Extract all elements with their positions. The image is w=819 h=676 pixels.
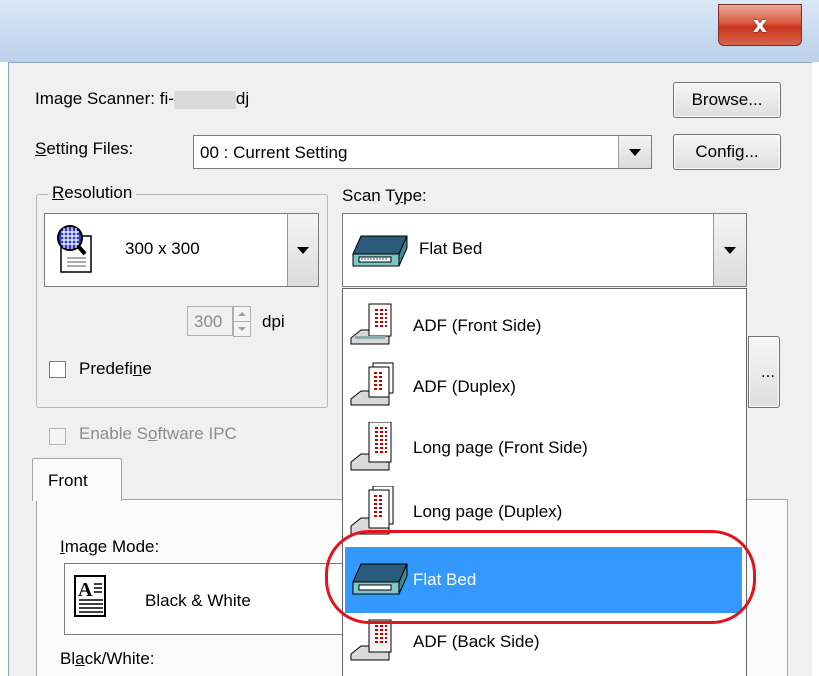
close-icon: x (752, 12, 768, 38)
text-page-icon: A (73, 574, 109, 623)
predefine-checkbox[interactable] (49, 361, 66, 378)
redacted-model (173, 90, 236, 109)
flatbed-scanner-icon (349, 224, 409, 279)
highlight-ring (325, 530, 756, 624)
setting-files-value: 00 : Current Setting (200, 143, 348, 162)
resolution-label: Resolution (48, 183, 137, 203)
setting-files-label: Setting Files: (35, 139, 134, 158)
image-mode-value: Black & White (145, 591, 251, 610)
long-page-front-icon (349, 421, 409, 474)
image-scanner-label: Image Scanner: fi-dj (35, 89, 250, 109)
magnifier-page-icon (53, 222, 97, 274)
predefine-label: Predefine (79, 359, 152, 378)
dpi-unit-label: dpi (262, 312, 285, 331)
browse-button[interactable]: Browse... (673, 82, 781, 118)
scan-type-value: Flat Bed (419, 239, 483, 258)
dropdown-item-long-page-front[interactable]: Long page (Front Side) (345, 417, 743, 479)
close-button[interactable]: x (718, 4, 802, 46)
chevron-down-icon[interactable] (287, 214, 318, 286)
tab-front-label: Front (48, 471, 88, 490)
svg-text:A: A (78, 579, 93, 601)
resolution-combo[interactable]: 300 x 300 (44, 213, 319, 287)
black-white-label: Black/White: (60, 649, 155, 668)
chevron-down-icon[interactable] (618, 136, 651, 168)
enable-software-ipc-label: Enable Software IPC (79, 424, 237, 443)
options-ellipsis-button[interactable]: ... (748, 336, 780, 408)
image-mode-combo[interactable]: A Black & White (64, 563, 366, 635)
setting-files-combo[interactable]: 00 : Current Setting (193, 135, 652, 169)
adf-front-icon (349, 300, 409, 352)
resolution-value: 300 x 300 (125, 239, 200, 258)
image-mode-label: Image Mode: (60, 537, 160, 556)
dpi-spinner[interactable] (233, 306, 251, 337)
tab-front[interactable]: Front (32, 458, 122, 501)
adf-duplex-icon (349, 361, 409, 413)
scan-type-combo[interactable]: Flat Bed (342, 213, 747, 287)
enable-software-ipc-checkbox[interactable] (49, 428, 66, 445)
spin-up-icon[interactable] (233, 306, 251, 322)
config-button[interactable]: Config... (673, 134, 781, 170)
dropdown-item-adf-duplex[interactable]: ADF (Duplex) (345, 356, 743, 418)
dropdown-item-adf-front[interactable]: ADF (Front Side) (345, 295, 743, 357)
dpi-input[interactable]: 300 (187, 306, 233, 336)
title-bar (0, 0, 819, 62)
scan-type-label: Scan Type: (342, 186, 427, 205)
chevron-down-icon[interactable] (713, 214, 746, 286)
spin-down-icon[interactable] (233, 322, 251, 337)
